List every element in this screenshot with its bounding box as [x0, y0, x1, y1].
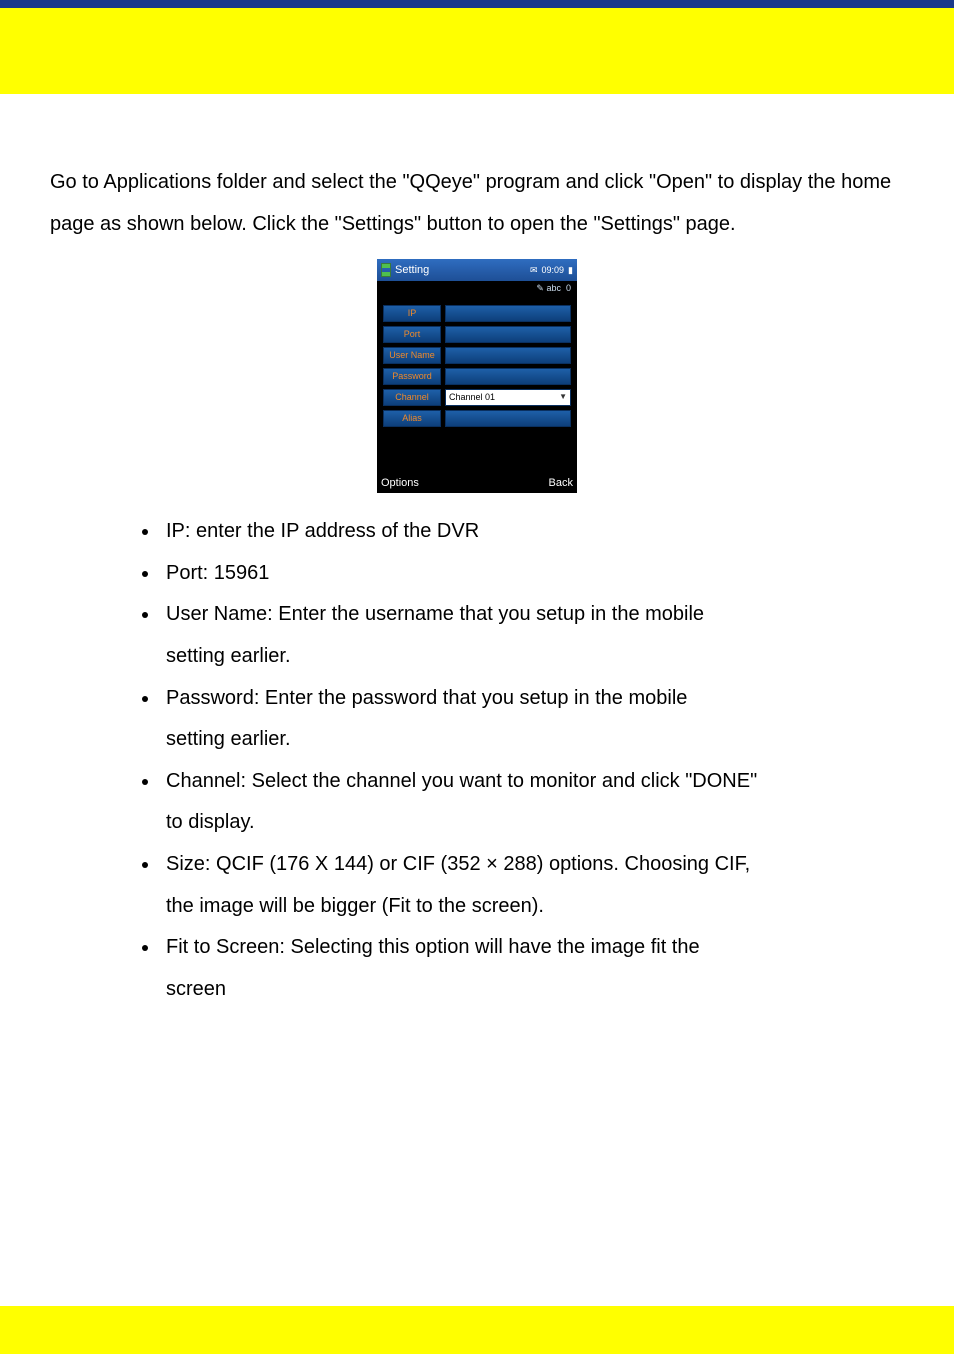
- phone-screenshot: Setting ✉ 09:09 ▮ ✎ abc 0 IP Port: [50, 259, 904, 493]
- text: Settings: [601, 213, 673, 235]
- item-size: Size: QCIF (176 X 144) or CIF (352 × 288…: [166, 853, 750, 875]
- item-port: Port: 15961: [166, 562, 269, 584]
- text: Go to: [50, 171, 99, 193]
- text: " button to open the ": [414, 213, 601, 235]
- envelope-icon: ✉: [530, 261, 538, 280]
- text: ": [673, 213, 680, 235]
- list-item: Password: Enter the password that you se…: [160, 678, 904, 720]
- row-password: Password: [383, 368, 571, 385]
- list-item: Fit to Screen: Selecting this option wil…: [160, 927, 904, 969]
- list-item: User Name: Enter the username that you s…: [160, 594, 904, 636]
- item-username: User Name: Enter the username that you s…: [166, 603, 704, 625]
- row-username: User Name: [383, 347, 571, 364]
- label-ip: IP: [383, 305, 441, 322]
- list-item: Channel: Select the channel you want to …: [160, 761, 904, 803]
- battery-icon: ▮: [568, 261, 573, 280]
- list-item: IP: enter the IP address of the DVR: [160, 511, 904, 553]
- settings-list-5: Fit to Screen: Selecting this option wil…: [50, 927, 904, 969]
- text: " program: [473, 171, 560, 193]
- phone-form: IP Port User Name Password Channel: [377, 295, 577, 473]
- text: Settings: [342, 213, 414, 235]
- item-fit-cont: screen: [50, 969, 904, 1011]
- select-channel[interactable]: Channel 01 ▼: [445, 389, 571, 406]
- row-ip: IP: [383, 305, 571, 322]
- phone-title-text: Setting: [395, 259, 429, 282]
- text: Open: [656, 171, 705, 193]
- label-channel: Channel: [383, 389, 441, 406]
- text: " to display: [705, 171, 802, 193]
- text: Applications folder and select the ": [103, 171, 409, 193]
- input-username[interactable]: [445, 347, 571, 364]
- intro-paragraph: Go to Applications folder and select the…: [50, 162, 904, 245]
- text: page.: [685, 213, 735, 235]
- item-username-cont: setting earlier.: [50, 636, 904, 678]
- page-content: Go to Applications folder and select the…: [0, 94, 954, 1010]
- phone-time: 09:09: [542, 261, 565, 280]
- input-password[interactable]: [445, 368, 571, 385]
- item-size-cont: the image will be bigger (Fit to the scr…: [50, 886, 904, 928]
- phone-frame: Setting ✉ 09:09 ▮ ✎ abc 0 IP Port: [377, 259, 577, 493]
- bottom-yellow-bar: [0, 1306, 954, 1354]
- text: and click ": [560, 171, 656, 193]
- settings-list-4: Size: QCIF (176 X 144) or CIF (352 × 288…: [50, 844, 904, 886]
- row-alias: Alias: [383, 410, 571, 427]
- row-port: Port: [383, 326, 571, 343]
- text: QQeye: [410, 171, 473, 193]
- item-password-cont: setting earlier.: [50, 719, 904, 761]
- back-button[interactable]: Back: [549, 472, 573, 495]
- label-alias: Alias: [383, 410, 441, 427]
- label-username: User Name: [383, 347, 441, 364]
- input-port[interactable]: [445, 326, 571, 343]
- item-fit: Fit to Screen: Selecting this option wil…: [166, 936, 700, 958]
- label-port: Port: [383, 326, 441, 343]
- text: the ": [296, 213, 342, 235]
- settings-list-2: Password: Enter the password that you se…: [50, 678, 904, 720]
- row-channel: Channel Channel 01 ▼: [383, 389, 571, 406]
- list-item: Port: 15961: [160, 553, 904, 595]
- input-ip[interactable]: [445, 305, 571, 322]
- item-channel-cont: to display.: [50, 802, 904, 844]
- signal-icon: [381, 263, 391, 277]
- settings-list: IP: enter the IP address of the DVR Port…: [50, 511, 904, 636]
- settings-list-3: Channel: Select the channel you want to …: [50, 761, 904, 803]
- select-channel-value: Channel 01: [449, 388, 495, 407]
- input-alias[interactable]: [445, 410, 571, 427]
- item-channel: Channel: Select the channel you want to …: [166, 770, 757, 792]
- item-password: Password: Enter the password that you se…: [166, 687, 687, 709]
- list-item: Size: QCIF (176 X 144) or CIF (352 × 288…: [160, 844, 904, 886]
- options-button[interactable]: Options: [381, 472, 419, 495]
- chevron-down-icon: ▼: [559, 389, 567, 406]
- top-yellow-bar: [0, 0, 954, 94]
- phone-subbar: ✎ abc 0: [377, 281, 577, 295]
- label-password: Password: [383, 368, 441, 385]
- item-ip: IP: enter the IP address of the DVR: [166, 520, 479, 542]
- phone-footer: Options Back: [377, 473, 577, 493]
